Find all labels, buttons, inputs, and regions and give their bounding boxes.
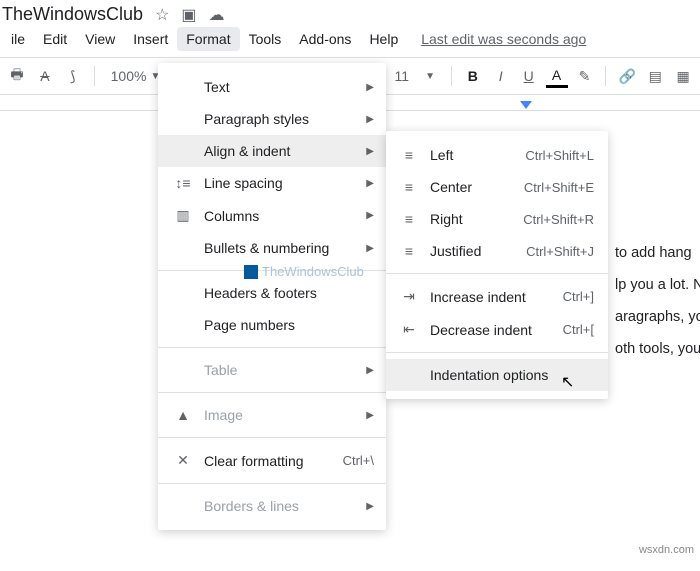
menu-columns[interactable]: ▥Columns▶ [158,199,386,232]
image-icon: ▲ [174,407,192,423]
submenu-indentation-options[interactable]: Indentation options [386,359,608,391]
menu-line-spacing[interactable]: ↕≡Line spacing▶ [158,167,386,199]
align-justify-icon: ≡ [400,243,418,259]
menu-borders-lines: Borders & lines▶ [158,490,386,522]
submenu-increase-indent[interactable]: ⇥Increase indentCtrl+] [386,280,608,313]
increase-indent-icon: ⇥ [400,288,418,305]
align-indent-submenu: ≡LeftCtrl+Shift+L ≡CenterCtrl+Shift+E ≡R… [386,131,608,399]
menu-page-numbers[interactable]: Page numbers [158,309,386,341]
comment-icon[interactable]: ▤ [644,64,666,88]
menu-align-indent[interactable]: Align & indent▶ [158,135,386,167]
print-icon[interactable]: 🖶 [6,64,28,88]
highlight-button[interactable]: ✎ [574,64,596,88]
submenu-align-justified[interactable]: ≡JustifiedCtrl+Shift+J [386,235,608,267]
text-color-button[interactable]: A [546,64,568,88]
menu-format[interactable]: Format [177,27,239,51]
menu-text[interactable]: Text▶ [158,71,386,103]
line-spacing-icon: ↕≡ [174,175,192,191]
star-icon[interactable]: ☆ [155,5,169,25]
menu-view[interactable]: View [76,27,124,51]
spellcheck-icon[interactable]: A [34,64,56,88]
indent-marker-icon[interactable] [520,101,532,109]
menu-file[interactable]: ile [2,27,34,51]
menu-clear-formatting[interactable]: ✕Clear formattingCtrl+\ [158,444,386,477]
fontsize-select[interactable]: 11 ▼ [389,68,441,84]
menu-table: Table▶ [158,354,386,386]
decrease-indent-icon: ⇤ [400,321,418,338]
bold-button[interactable]: B [462,64,484,88]
underline-button[interactable]: U [518,64,540,88]
italic-button[interactable]: I [490,64,512,88]
align-left-icon: ≡ [400,147,418,163]
clear-format-icon: ✕ [174,452,192,469]
document-title[interactable]: TheWindowsClub [0,4,143,25]
move-icon[interactable]: ▣ [181,5,196,25]
paint-format-icon[interactable]: ⟆ [62,64,84,88]
attribution-text: wsxdn.com [639,544,694,556]
menu-bullets-numbering[interactable]: Bullets & numbering▶ [158,232,386,264]
format-menu-dropdown: Text▶ Paragraph styles▶ Align & indent▶ … [158,63,386,530]
submenu-align-center[interactable]: ≡CenterCtrl+Shift+E [386,171,608,203]
menu-tools[interactable]: Tools [240,27,291,51]
menu-headers-footers[interactable]: Headers & footers [158,277,386,309]
link-icon[interactable]: 🔗 [616,64,638,88]
submenu-decrease-indent[interactable]: ⇤Decrease indentCtrl+[ [386,313,608,346]
align-center-icon: ≡ [400,179,418,195]
document-text: to add hang lp you a lot. N aragraphs, y… [615,237,700,365]
menu-bar: ile Edit View Insert Format Tools Add-on… [0,27,700,57]
last-edit-link[interactable]: Last edit was seconds ago [421,31,586,47]
align-right-icon: ≡ [400,211,418,227]
menu-edit[interactable]: Edit [34,27,76,51]
columns-icon: ▥ [174,207,192,224]
submenu-align-right[interactable]: ≡RightCtrl+Shift+R [386,203,608,235]
menu-insert[interactable]: Insert [124,27,177,51]
menu-image: ▲Image▶ [158,399,386,431]
cloud-icon[interactable]: ☁ [209,5,225,25]
menu-paragraph-styles[interactable]: Paragraph styles▶ [158,103,386,135]
menu-help[interactable]: Help [360,27,407,51]
menu-addons[interactable]: Add-ons [290,27,360,51]
submenu-align-left[interactable]: ≡LeftCtrl+Shift+L [386,139,608,171]
image-icon[interactable]: ▦ [672,64,694,88]
